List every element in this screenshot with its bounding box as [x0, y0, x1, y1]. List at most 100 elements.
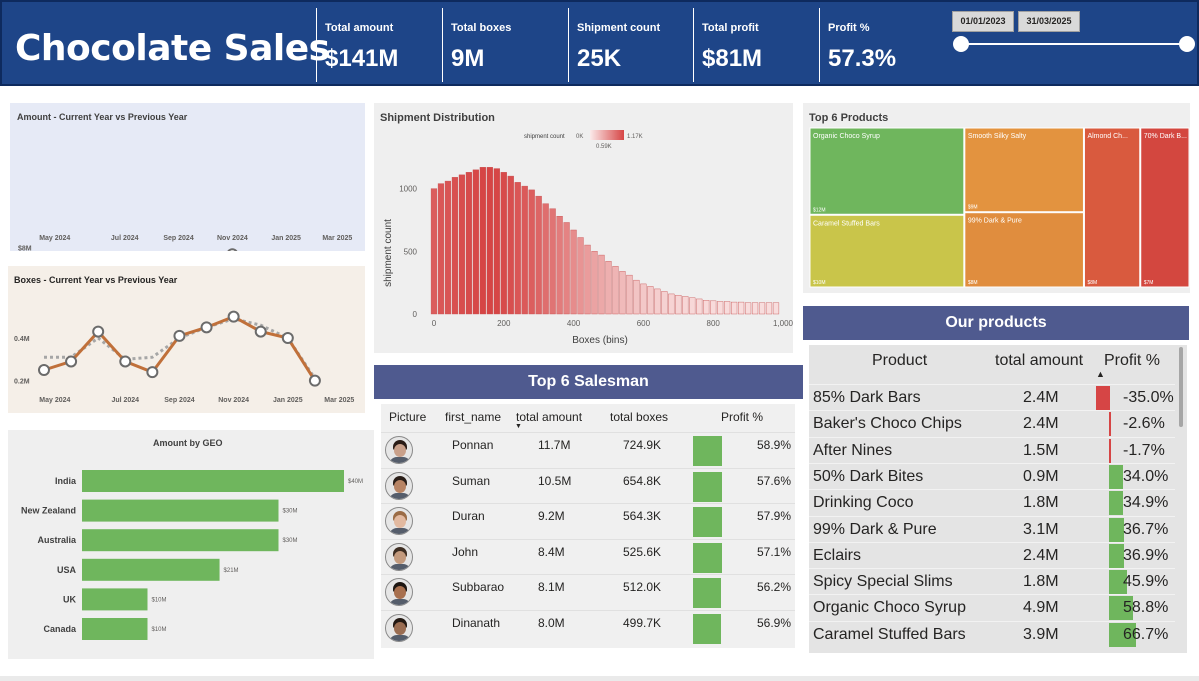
avatar-shoulders [389, 457, 411, 463]
x-tick-label: Jul 2024 [111, 235, 139, 242]
data-label: $21M [224, 568, 239, 574]
column-header-total-amount[interactable]: total amount [995, 345, 1083, 381]
table-row[interactable]: Subbarao 8.1M 512.0K 56.2% [381, 574, 795, 610]
bar [82, 529, 279, 552]
cell-product: After Nines [813, 441, 893, 459]
histogram-bar [521, 185, 528, 315]
treemap-cell-value: $8M [1087, 280, 1097, 286]
histogram-bar [605, 261, 612, 315]
amount-line-chart[interactable]: $4M$6M$8MMay 2024Jul 2024Sep 2024Nov 202… [10, 103, 365, 251]
date-to-input[interactable]: 31/03/2025 [1018, 11, 1080, 32]
table-row[interactable]: Duran 9.2M 564.3K 57.9% [381, 503, 795, 539]
profit-bar [1109, 517, 1124, 542]
cell-product: 85% Dark Bars [813, 389, 921, 406]
kpi-label: Profit % [828, 22, 870, 34]
salesman-table[interactable]: Picture first_name total amount ▼ total … [381, 404, 795, 648]
histogram-bar [444, 180, 452, 315]
top-products-treemap[interactable]: Organic Choco Syrup $12M Caramel Stuffed B… [803, 103, 1190, 293]
boxes-line-chart[interactable]: 0.2M 0.4M May 2024 Jul 2024 Sep 2024 Nov 2024… [8, 266, 365, 413]
date-from-input[interactable]: 01/01/2023 [952, 11, 1014, 32]
date-range-start-handle[interactable] [953, 36, 969, 52]
amount-line-chart-panel[interactable]: Amount - Current Year vs Previous Year $… [10, 103, 365, 251]
cell-total-amount: 10.5M [538, 473, 572, 488]
table-row[interactable]: Ponnan 11.7M 724.9K 58.9% [381, 432, 795, 468]
cell-profit: 34.9% [1123, 494, 1169, 512]
treemap-cell-value: $8M [968, 280, 978, 286]
kpi-total-profit[interactable]: Total profit $81M [693, 8, 819, 82]
column-header-total-boxes[interactable]: total boxes [610, 404, 668, 430]
histogram-bar [640, 283, 647, 315]
top-products-treemap-panel[interactable]: Top 6 Products Organic Choco Syrup $12M Ca… [803, 103, 1190, 293]
y-tick-label: 500 [404, 247, 418, 256]
x-axis-label: Boxes (bins) [572, 335, 628, 346]
sort-descending-icon: ▼ [515, 423, 522, 430]
column-header-picture[interactable]: Picture [389, 404, 426, 430]
kpi-total-amount[interactable]: Total amount $141M [316, 8, 442, 82]
treemap-cell-name: 70% Dark B... [1144, 133, 1187, 140]
histogram-bar [514, 182, 521, 315]
histogram-bar [612, 266, 619, 315]
column-header-product[interactable]: Product [872, 345, 927, 381]
x-tick-label: Jul 2024 [111, 397, 139, 404]
kpi-total-boxes[interactable]: Total boxes 9M [442, 8, 568, 82]
profit-bar [693, 578, 722, 608]
geo-bar-chart-panel[interactable]: Amount by GEO India $40M New Zealand $30M Au… [8, 430, 374, 659]
shipment-distribution-panel[interactable]: Shipment Distribution shipment count 0K 1.… [374, 103, 793, 353]
cell-total-amount: 8.4M [538, 544, 565, 559]
avatar [385, 471, 413, 500]
histogram-bar [549, 208, 556, 315]
column-header-profit[interactable]: Profit % [721, 404, 763, 430]
boxes-line-chart-panel[interactable]: Boxes - Current Year vs Previous Year 0.… [8, 266, 365, 413]
column-header-first-name[interactable]: first_name [445, 404, 501, 430]
histogram-bar [682, 296, 689, 315]
table-row[interactable]: 99% Dark & Pure 3.1M 36.7% [809, 515, 1175, 542]
profit-bar [1109, 491, 1123, 516]
histogram-bar [535, 195, 542, 315]
bar [82, 618, 148, 640]
kpi-profit-percent[interactable]: Profit % 57.3% [819, 8, 945, 82]
data-label: $40M [348, 479, 363, 485]
cell-total-amount: 1.5M [1023, 441, 1059, 459]
column-header-total-amount[interactable]: total amount [516, 404, 582, 430]
histogram-bar [458, 174, 465, 315]
table-row[interactable]: Caramel Stuffed Bars 3.9M 66.7% [809, 620, 1175, 647]
cell-first-name: Dinanath [452, 615, 501, 630]
x-tick-label: Nov 2024 [218, 397, 249, 404]
date-range-end-handle[interactable] [1179, 36, 1195, 52]
table-row[interactable]: John 8.4M 525.6K 57.1% [381, 538, 795, 575]
table-row[interactable]: Suman 10.5M 654.8K 57.6% [381, 467, 795, 504]
avatar-shoulders [389, 599, 411, 605]
cell-first-name: John [452, 544, 479, 559]
products-table[interactable]: Product total amount Profit % ▲ 85% Dark… [809, 345, 1187, 653]
cell-total-amount: 3.9M [1023, 625, 1059, 643]
data-point [65, 355, 78, 368]
avatar-shoulders [389, 528, 411, 534]
cell-profit: -2.6% [1123, 415, 1165, 433]
kpi-shipment-count[interactable]: Shipment count 25K [568, 8, 694, 82]
table-row[interactable]: Drinking Coco 1.8M 34.9% [809, 489, 1175, 516]
date-range-slider-track[interactable] [962, 43, 1188, 45]
avatar [385, 436, 413, 464]
table-row[interactable]: Spicy Special Slims 1.8M 45.9% [809, 568, 1175, 595]
table-row[interactable]: Organic Choco Syrup 4.9M 58.8% [809, 594, 1175, 621]
shipment-histogram[interactable]: shipment count 0K 1.17K 0.59K Boxes (bins) sh… [374, 103, 793, 353]
cell-profit: 57.6% [757, 473, 792, 488]
table-row[interactable]: Baker's Choco Chips 2.4M -2.6% [809, 410, 1175, 437]
cell-first-name: Ponnan [452, 438, 494, 452]
table-row[interactable]: After Nines 1.5M -1.7% [809, 436, 1175, 463]
table-row[interactable]: Eclairs 2.4M 36.9% [809, 541, 1175, 568]
column-header-profit[interactable]: Profit % [1104, 345, 1160, 381]
cell-profit: -1.7% [1123, 441, 1165, 459]
products-table-scrollbar[interactable] [1179, 347, 1183, 427]
histogram-bar [451, 177, 459, 315]
cell-total-boxes: 525.6K [623, 544, 662, 559]
table-row[interactable]: 85% Dark Bars 2.4M -35.0% [809, 384, 1175, 410]
cell-profit: 57.9% [757, 509, 792, 523]
table-row[interactable]: Dinanath 8.0M 499.7K 56.9% [381, 609, 795, 646]
table-row[interactable]: 50% Dark Bites 0.9M 34.0% [809, 462, 1175, 489]
top-salesman-header: Top 6 Salesman [374, 365, 803, 399]
cell-product: Drinking Coco [813, 494, 914, 512]
histogram-bar [619, 271, 626, 315]
histogram-bar [598, 254, 605, 315]
geo-bar-chart[interactable]: India $40M New Zealand $30M Australia $30M USA… [8, 430, 374, 659]
